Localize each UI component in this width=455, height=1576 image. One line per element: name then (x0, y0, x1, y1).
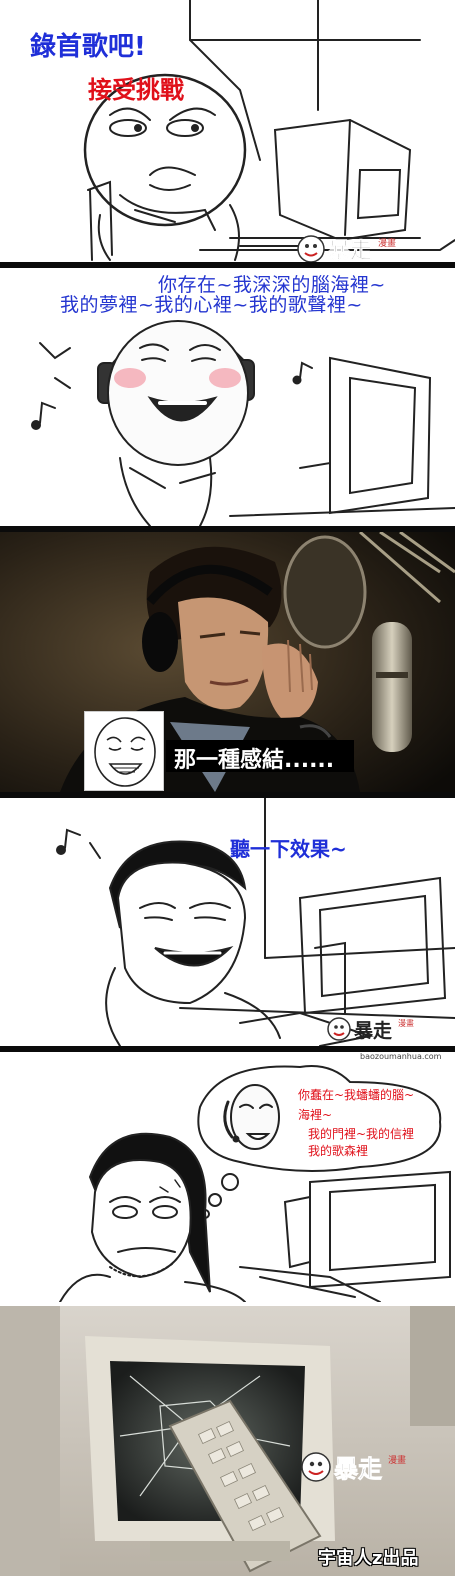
watermark-small: 漫畫 (388, 1454, 406, 1466)
meme-face-inset (84, 711, 164, 791)
caption-listen-effect: 聽一下效果~ (230, 837, 347, 861)
lyrics-line-2: 我的夢裡~我的心裡~我的歌聲裡~ (60, 294, 363, 316)
caption-accept-challenge: 接受挑戰 (88, 76, 184, 104)
comic-panel-1: 錄首歌吧! 接受挑戰 暴走 漫畫 (0, 0, 455, 262)
comic-panel-5: baozoumanhua.com 你蠢在~我蟠蟠的腦~ 海裡~ 我的門裡~我的信… (0, 1052, 455, 1302)
comic-panel-2: 你存在~我深深的腦海裡~ 我的夢裡~我的心裡~我的歌聲裡~ (0, 268, 455, 526)
watermark-text: 暴走 (334, 1455, 382, 1483)
watermark-logo: 暴走 漫畫 (326, 1014, 436, 1044)
credit-text: 宇宙人z出品 (318, 1548, 419, 1569)
watermark-small: 漫畫 (398, 1018, 414, 1028)
watermark-logo: 暴走 漫畫 (300, 1449, 430, 1485)
lyrics-parody-line-2: 海裡~ (298, 1108, 333, 1122)
photo-smashed-monitor (0, 1306, 455, 1576)
watermark-text: 暴走 (327, 239, 372, 262)
scene-listening-to-playback (56, 798, 455, 1046)
watermark-logo: 暴走 漫畫 (296, 232, 416, 262)
caption-lets-record: 錄首歌吧! (30, 32, 146, 62)
caption-box: 那一種感結...... (166, 740, 354, 773)
comic-panel-3-photo: 那一種感結...... (0, 532, 455, 792)
comic-panel-6-photo: 暴走 漫畫 宇宙人z出品 (0, 1306, 455, 1576)
baozou-logo-icon: 暴走 漫畫 (327, 1017, 414, 1042)
watermark-text: 暴走 (354, 1020, 392, 1042)
watermark-small: 漫畫 (378, 237, 396, 249)
baozou-logo-icon: 暴走 漫畫 (297, 235, 396, 262)
comic-panel-4: 聽一下效果~ 暴走 漫畫 (0, 798, 455, 1046)
baozou-logo-icon: 暴走 漫畫 (301, 1452, 406, 1483)
lyrics-parody-line-3: 我的門裡~我的信裡 (308, 1127, 415, 1141)
caption-that-feeling: 那一種感結...... (174, 748, 335, 773)
lyrics-parody-line-4: 我的歌森裡 (308, 1144, 369, 1158)
lyrics-parody-line-1: 你蠢在~我蟠蟠的腦~ (298, 1088, 415, 1102)
meme-face-icon (94, 717, 156, 787)
site-url: baozoumanhua.com (360, 1052, 442, 1061)
